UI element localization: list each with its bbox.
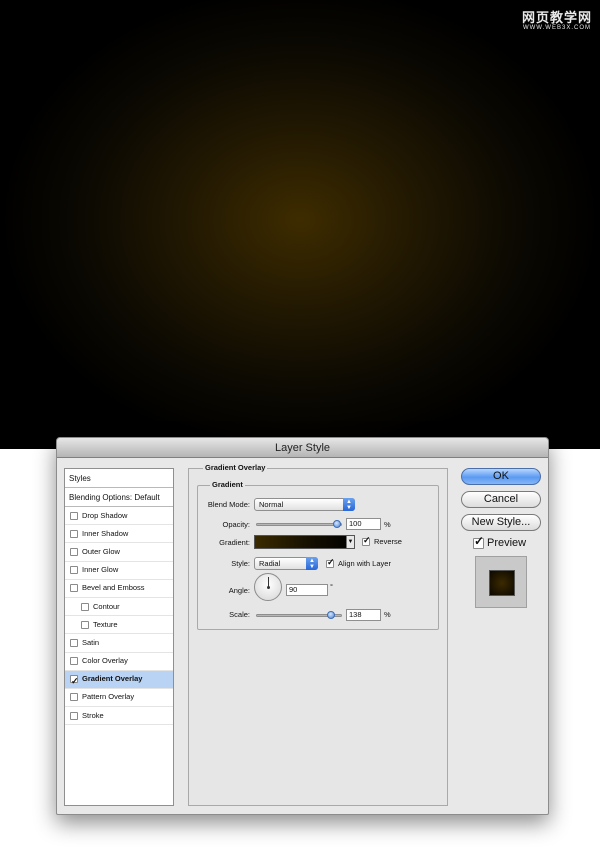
- style-item-label: Texture: [93, 619, 118, 629]
- styles-list: Styles Blending Options: Default Drop Sh…: [64, 468, 174, 806]
- style-item-label: Pattern Overlay: [82, 692, 135, 702]
- opacity-unit: %: [384, 520, 391, 529]
- style-item-color-overlay[interactable]: Color Overlay: [65, 653, 173, 671]
- gradient-label: Gradient:: [219, 538, 250, 547]
- style-item-checkbox[interactable]: [70, 672, 79, 690]
- angle-label: Angle:: [228, 586, 250, 595]
- align-label: Align with Layer: [338, 559, 391, 568]
- select-arrows-icon: ▲ ▼: [306, 557, 318, 570]
- style-item-satin[interactable]: Satin: [65, 634, 173, 653]
- blend-mode-value: Normal: [259, 500, 284, 509]
- blend-mode-label: Blend Mode:: [207, 500, 250, 509]
- style-item-label: Contour: [93, 601, 120, 611]
- document-canvas[interactable]: 网页教学网 WWW.WEB3X.COM: [0, 0, 600, 449]
- style-item-checkbox[interactable]: [70, 511, 78, 520]
- style-item-texture[interactable]: Texture: [65, 616, 173, 635]
- select-arrows-icon: ▲ ▼: [343, 498, 355, 511]
- scale-slider[interactable]: [256, 611, 342, 619]
- opacity-slider[interactable]: [256, 520, 342, 528]
- style-item-label: Outer Glow: [82, 546, 120, 556]
- angle-dial[interactable]: [254, 573, 282, 601]
- style-items: Drop Shadow Inner Shadow Outer Glow Inner G…: [65, 507, 173, 726]
- dialog-title: Layer Style: [274, 442, 331, 454]
- style-item-label: Satin: [82, 637, 100, 647]
- section-title: Gradient Overlay: [203, 463, 268, 472]
- blending-options-item[interactable]: Blending Options: Default: [65, 488, 173, 507]
- style-item-checkbox[interactable]: [81, 620, 89, 629]
- style-item-label: Color Overlay: [82, 656, 128, 666]
- style-item-bevel-and-emboss[interactable]: Bevel and Emboss: [65, 580, 173, 598]
- style-item-checkbox[interactable]: [70, 693, 78, 702]
- group-title: Gradient: [210, 480, 245, 489]
- scale-input[interactable]: 138: [346, 609, 381, 621]
- preview-swatch: [489, 570, 515, 596]
- reverse-label: Reverse: [374, 537, 402, 546]
- style-item-checkbox[interactable]: [70, 529, 78, 538]
- style-item-label: Bevel and Emboss: [82, 583, 145, 593]
- style-item-label: Inner Glow: [82, 565, 119, 575]
- angle-input[interactable]: 90: [286, 584, 328, 596]
- gradient-overlay-panel: Gradient Overlay Gradient Blend Mode: No…: [188, 463, 448, 806]
- reverse-checkbox[interactable]: Reverse: [362, 535, 402, 546]
- style-item-label: Inner Shadow: [82, 528, 129, 538]
- opacity-slider-thumb[interactable]: [333, 520, 341, 528]
- dialog-titlebar[interactable]: Layer Style: [57, 438, 548, 458]
- watermark-title: 网页教学网: [521, 10, 592, 25]
- style-item-checkbox[interactable]: [70, 657, 78, 666]
- style-label: Style:: [231, 559, 250, 568]
- style-item-label: Drop Shadow: [82, 510, 128, 520]
- gradient-group: Gradient Blend Mode: Normal ▲ ▼ Opacity: …: [197, 480, 439, 630]
- style-item-inner-glow[interactable]: Inner Glow: [65, 562, 173, 580]
- gradient-dropdown-icon[interactable]: ▼: [346, 536, 354, 548]
- style-item-gradient-overlay[interactable]: Gradient Overlay: [65, 670, 173, 690]
- new-style-button[interactable]: New Style...: [461, 514, 541, 531]
- style-select[interactable]: Radial ▲ ▼: [254, 557, 318, 570]
- layer-style-dialog: Layer Style Styles Blending Options: Def…: [56, 437, 549, 815]
- cancel-button[interactable]: Cancel: [461, 491, 541, 508]
- angle-center-dot: [267, 586, 270, 589]
- style-item-checkbox[interactable]: [70, 584, 78, 593]
- scale-label: Scale:: [229, 610, 250, 619]
- style-item-checkbox[interactable]: [70, 547, 78, 556]
- style-item-drop-shadow[interactable]: Drop Shadow: [65, 507, 173, 526]
- styles-header[interactable]: Styles: [65, 469, 173, 488]
- scale-unit: %: [384, 610, 391, 619]
- opacity-input[interactable]: 100: [346, 518, 381, 530]
- blend-mode-select[interactable]: Normal ▲ ▼: [254, 498, 355, 511]
- style-item-checkbox[interactable]: [70, 638, 78, 647]
- watermark: 网页教学网 WWW.WEB3X.COM: [522, 7, 592, 31]
- preview-thumbnail: [475, 556, 527, 608]
- style-item-label: Stroke: [82, 710, 104, 720]
- align-with-layer-checkbox[interactable]: Align with Layer: [326, 557, 391, 568]
- reverse-checkbox-box[interactable]: [362, 535, 371, 546]
- ok-button[interactable]: OK: [461, 468, 541, 485]
- gradient-swatch[interactable]: ▼: [254, 535, 355, 549]
- preview-label: Preview: [487, 537, 527, 549]
- style-item-checkbox[interactable]: [70, 711, 78, 720]
- style-item-inner-shadow[interactable]: Inner Shadow: [65, 525, 173, 544]
- style-item-pattern-overlay[interactable]: Pattern Overlay: [65, 689, 173, 708]
- style-item-outer-glow[interactable]: Outer Glow: [65, 543, 173, 562]
- style-item-checkbox[interactable]: [81, 602, 89, 611]
- watermark-url: WWW.WEB3X.COM: [522, 25, 591, 31]
- preview-checkbox[interactable]: Preview: [473, 534, 527, 549]
- align-checkbox-box[interactable]: [326, 557, 335, 568]
- style-value: Radial: [259, 559, 281, 568]
- scale-slider-thumb[interactable]: [326, 611, 335, 619]
- opacity-label: Opacity:: [222, 520, 250, 529]
- style-item-checkbox[interactable]: [70, 566, 78, 575]
- style-item-contour[interactable]: Contour: [65, 598, 173, 617]
- style-item-label: Gradient Overlay: [82, 674, 143, 684]
- angle-unit: °: [330, 582, 333, 591]
- style-item-stroke[interactable]: Stroke: [65, 707, 173, 726]
- preview-checkbox-box[interactable]: [473, 534, 484, 549]
